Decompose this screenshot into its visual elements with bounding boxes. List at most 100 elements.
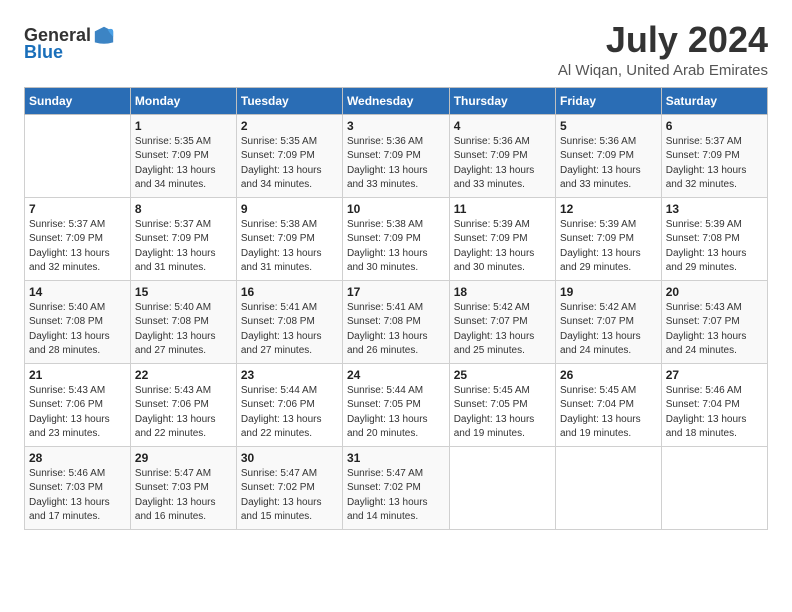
day-number: 16 bbox=[241, 285, 338, 299]
day-number: 12 bbox=[560, 202, 657, 216]
calendar-week-4: 21 Sunrise: 5:43 AMSunset: 7:06 PMDayligh… bbox=[25, 363, 768, 446]
logo-text-blue: Blue bbox=[24, 42, 63, 63]
day-number: 6 bbox=[666, 119, 763, 133]
title-block: July 2024 Al Wiqan, United Arab Emirates bbox=[558, 20, 768, 79]
table-row: 21 Sunrise: 5:43 AMSunset: 7:06 PMDayligh… bbox=[25, 363, 131, 446]
day-number: 20 bbox=[666, 285, 763, 299]
month-title: July 2024 bbox=[558, 20, 768, 60]
table-row: 4 Sunrise: 5:36 AMSunset: 7:09 PMDaylight… bbox=[449, 114, 555, 197]
table-row: 11 Sunrise: 5:39 AMSunset: 7:09 PMDayligh… bbox=[449, 197, 555, 280]
day-number: 14 bbox=[29, 285, 126, 299]
day-info: Sunrise: 5:44 AMSunset: 7:06 PMDaylight:… bbox=[241, 384, 338, 442]
day-info: Sunrise: 5:44 AMSunset: 7:05 PMDaylight:… bbox=[347, 384, 445, 442]
day-info: Sunrise: 5:36 AMSunset: 7:09 PMDaylight:… bbox=[560, 135, 657, 193]
header-row: Sunday Monday Tuesday Wednesday Thursday… bbox=[25, 87, 768, 114]
day-info: Sunrise: 5:47 AMSunset: 7:02 PMDaylight:… bbox=[241, 467, 338, 525]
day-number: 1 bbox=[135, 119, 232, 133]
day-number: 2 bbox=[241, 119, 338, 133]
day-info: Sunrise: 5:38 AMSunset: 7:09 PMDaylight:… bbox=[347, 218, 445, 276]
day-number: 4 bbox=[454, 119, 551, 133]
day-number: 29 bbox=[135, 451, 232, 465]
table-row bbox=[556, 446, 662, 529]
day-info: Sunrise: 5:39 AMSunset: 7:09 PMDaylight:… bbox=[560, 218, 657, 276]
day-info: Sunrise: 5:43 AMSunset: 7:06 PMDaylight:… bbox=[29, 384, 126, 442]
table-row: 18Sunrise: 5:42 AMSunset: 7:07 PMDayligh… bbox=[449, 280, 555, 363]
table-row: 10 Sunrise: 5:38 AMSunset: 7:09 PMDayligh… bbox=[342, 197, 449, 280]
day-number: 26 bbox=[560, 368, 657, 382]
day-info: Sunrise: 5:42 AMSunset: 7:07 PMDaylight:… bbox=[454, 301, 551, 359]
day-number: 10 bbox=[347, 202, 445, 216]
calendar-week-1: 1 Sunrise: 5:35 AMSunset: 7:09 PMDaylight… bbox=[25, 114, 768, 197]
calendar-week-3: 14 Sunrise: 5:40 AMSunset: 7:08 PMDayligh… bbox=[25, 280, 768, 363]
day-info: Sunrise: 5:36 AMSunset: 7:09 PMDaylight:… bbox=[454, 135, 551, 193]
table-row: 22Sunrise: 5:43 AMSunset: 7:06 PMDayligh… bbox=[130, 363, 236, 446]
table-row: 19Sunrise: 5:42 AMSunset: 7:07 PMDayligh… bbox=[556, 280, 662, 363]
table-row: 8 Sunrise: 5:37 AMSunset: 7:09 PMDaylight… bbox=[130, 197, 236, 280]
day-info: Sunrise: 5:39 AMSunset: 7:08 PMDaylight:… bbox=[666, 218, 763, 276]
day-number: 3 bbox=[347, 119, 445, 133]
day-info: Sunrise: 5:36 AMSunset: 7:09 PMDaylight:… bbox=[347, 135, 445, 193]
day-info: Sunrise: 5:42 AMSunset: 7:07 PMDaylight:… bbox=[560, 301, 657, 359]
calendar-week-5: 28 Sunrise: 5:46 AMSunset: 7:03 PMDayligh… bbox=[25, 446, 768, 529]
col-saturday: Saturday bbox=[661, 87, 767, 114]
table-row: 30 Sunrise: 5:47 AMSunset: 7:02 PMDayligh… bbox=[236, 446, 342, 529]
table-row: 31Sunrise: 5:47 AMSunset: 7:02 PMDayligh… bbox=[342, 446, 449, 529]
table-row: 13 Sunrise: 5:39 AMSunset: 7:08 PMDayligh… bbox=[661, 197, 767, 280]
day-info: Sunrise: 5:41 AMSunset: 7:08 PMDaylight:… bbox=[241, 301, 338, 359]
calendar-week-2: 7 Sunrise: 5:37 AMSunset: 7:09 PMDaylight… bbox=[25, 197, 768, 280]
day-info: Sunrise: 5:35 AMSunset: 7:09 PMDaylight:… bbox=[241, 135, 338, 193]
day-number: 5 bbox=[560, 119, 657, 133]
table-row: 2 Sunrise: 5:35 AMSunset: 7:09 PMDaylight… bbox=[236, 114, 342, 197]
table-row: 12 Sunrise: 5:39 AMSunset: 7:09 PMDayligh… bbox=[556, 197, 662, 280]
table-row: 26 Sunrise: 5:45 AMSunset: 7:04 PMDayligh… bbox=[556, 363, 662, 446]
day-info: Sunrise: 5:39 AMSunset: 7:09 PMDaylight:… bbox=[454, 218, 551, 276]
col-tuesday: Tuesday bbox=[236, 87, 342, 114]
day-info: Sunrise: 5:40 AMSunset: 7:08 PMDaylight:… bbox=[29, 301, 126, 359]
page-header: General Blue July 2024 Al Wiqan, United … bbox=[24, 20, 768, 79]
day-number: 25 bbox=[454, 368, 551, 382]
day-number: 17 bbox=[347, 285, 445, 299]
day-number: 21 bbox=[29, 368, 126, 382]
logo: General Blue bbox=[24, 24, 115, 63]
day-info: Sunrise: 5:35 AMSunset: 7:09 PMDaylight:… bbox=[135, 135, 232, 193]
table-row: 9Sunrise: 5:38 AMSunset: 7:09 PMDaylight… bbox=[236, 197, 342, 280]
table-row: 7 Sunrise: 5:37 AMSunset: 7:09 PMDaylight… bbox=[25, 197, 131, 280]
day-number: 9 bbox=[241, 202, 338, 216]
day-info: Sunrise: 5:37 AMSunset: 7:09 PMDaylight:… bbox=[29, 218, 126, 276]
day-info: Sunrise: 5:47 AMSunset: 7:03 PMDaylight:… bbox=[135, 467, 232, 525]
day-info: Sunrise: 5:41 AMSunset: 7:08 PMDaylight:… bbox=[347, 301, 445, 359]
day-number: 23 bbox=[241, 368, 338, 382]
table-row: 20Sunrise: 5:43 AMSunset: 7:07 PMDayligh… bbox=[661, 280, 767, 363]
day-number: 7 bbox=[29, 202, 126, 216]
day-number: 11 bbox=[454, 202, 551, 216]
day-number: 13 bbox=[666, 202, 763, 216]
table-row bbox=[25, 114, 131, 197]
location-title: Al Wiqan, United Arab Emirates bbox=[558, 62, 768, 79]
logo-icon bbox=[93, 24, 115, 46]
day-info: Sunrise: 5:46 AMSunset: 7:03 PMDaylight:… bbox=[29, 467, 126, 525]
table-row: 23 Sunrise: 5:44 AMSunset: 7:06 PMDayligh… bbox=[236, 363, 342, 446]
table-row: 16 Sunrise: 5:41 AMSunset: 7:08 PMDayligh… bbox=[236, 280, 342, 363]
col-sunday: Sunday bbox=[25, 87, 131, 114]
day-info: Sunrise: 5:40 AMSunset: 7:08 PMDaylight:… bbox=[135, 301, 232, 359]
day-number: 8 bbox=[135, 202, 232, 216]
day-number: 28 bbox=[29, 451, 126, 465]
day-info: Sunrise: 5:45 AMSunset: 7:04 PMDaylight:… bbox=[560, 384, 657, 442]
day-number: 22 bbox=[135, 368, 232, 382]
table-row: 6Sunrise: 5:37 AMSunset: 7:09 PMDaylight… bbox=[661, 114, 767, 197]
calendar-table: Sunday Monday Tuesday Wednesday Thursday… bbox=[24, 87, 768, 530]
table-row: 28 Sunrise: 5:46 AMSunset: 7:03 PMDayligh… bbox=[25, 446, 131, 529]
day-number: 30 bbox=[241, 451, 338, 465]
col-thursday: Thursday bbox=[449, 87, 555, 114]
table-row: 15 Sunrise: 5:40 AMSunset: 7:08 PMDayligh… bbox=[130, 280, 236, 363]
table-row: 29 Sunrise: 5:47 AMSunset: 7:03 PMDayligh… bbox=[130, 446, 236, 529]
day-info: Sunrise: 5:45 AMSunset: 7:05 PMDaylight:… bbox=[454, 384, 551, 442]
col-wednesday: Wednesday bbox=[342, 87, 449, 114]
day-info: Sunrise: 5:37 AMSunset: 7:09 PMDaylight:… bbox=[135, 218, 232, 276]
table-row bbox=[661, 446, 767, 529]
table-row: 24Sunrise: 5:44 AMSunset: 7:05 PMDayligh… bbox=[342, 363, 449, 446]
table-row: 1 Sunrise: 5:35 AMSunset: 7:09 PMDaylight… bbox=[130, 114, 236, 197]
table-row: 14 Sunrise: 5:40 AMSunset: 7:08 PMDayligh… bbox=[25, 280, 131, 363]
col-monday: Monday bbox=[130, 87, 236, 114]
day-number: 15 bbox=[135, 285, 232, 299]
